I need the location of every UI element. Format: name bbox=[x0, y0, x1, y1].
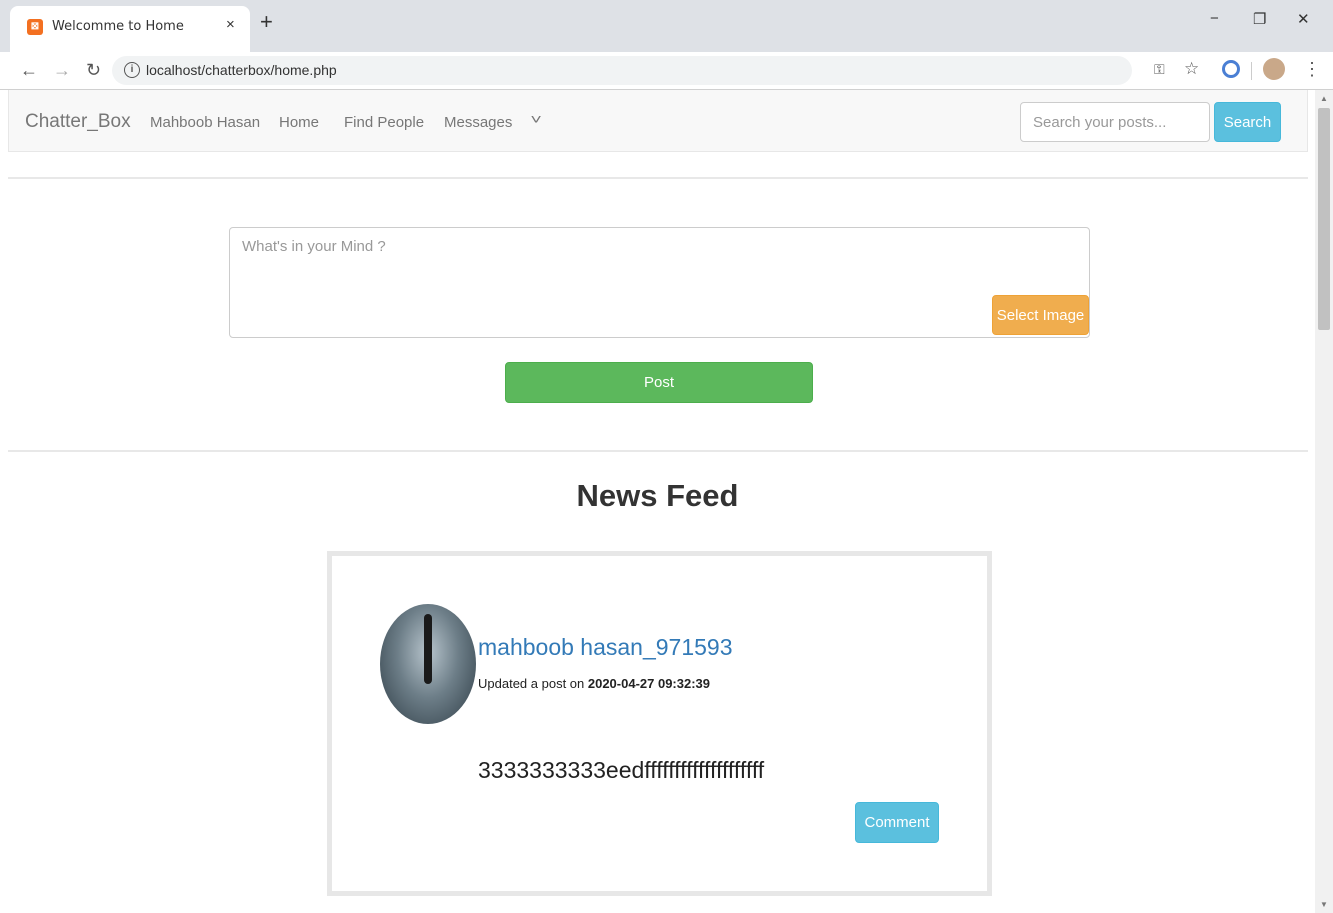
browser-tab-bar: ⊠ Welcomme to Home × + − ❐ ✕ bbox=[0, 0, 1333, 52]
divider bbox=[8, 177, 1308, 179]
post-composer: Select Image bbox=[229, 227, 1090, 338]
post-meta: Updated a post on 2020-04-27 09:32:39 bbox=[478, 676, 710, 691]
chevron-down-icon[interactable]: ˅ bbox=[530, 111, 541, 127]
url-text[interactable]: localhost/chatterbox/home.php bbox=[146, 62, 337, 78]
new-tab-button[interactable]: + bbox=[260, 11, 273, 33]
nav-link-messages[interactable]: Messages bbox=[444, 114, 512, 131]
scroll-down-icon[interactable]: ▼ bbox=[1320, 900, 1328, 909]
search-button[interactable]: Search bbox=[1214, 102, 1281, 142]
omnibox[interactable]: i localhost/chatterbox/home.php bbox=[112, 56, 1132, 85]
nav-link-home[interactable]: Home bbox=[279, 114, 319, 131]
post-username-link[interactable]: mahboob hasan_971593 bbox=[478, 634, 733, 661]
kebab-menu-icon[interactable]: ⋮ bbox=[1303, 59, 1321, 80]
search-input[interactable] bbox=[1020, 102, 1210, 142]
post-timestamp: 2020-04-27 09:32:39 bbox=[587, 676, 711, 691]
window-maximize-button[interactable]: ❐ bbox=[1253, 10, 1266, 28]
post-textarea[interactable] bbox=[230, 228, 1089, 337]
xampp-favicon-icon: ⊠ bbox=[27, 19, 43, 35]
scroll-thumb[interactable] bbox=[1318, 108, 1330, 330]
scroll-up-icon[interactable]: ▲ bbox=[1320, 94, 1328, 103]
star-icon[interactable]: ☆ bbox=[1184, 59, 1199, 79]
window-close-button[interactable]: ✕ bbox=[1297, 10, 1310, 28]
tab-close-icon[interactable]: × bbox=[226, 16, 235, 33]
site-navbar: Chatter_Box Mahboob Hasan Home Find Peop… bbox=[8, 90, 1308, 152]
post-content: 3333333333eedffffffffffffffffffff bbox=[478, 757, 765, 783]
back-arrow-icon[interactable]: ← bbox=[20, 60, 38, 81]
avatar-figure bbox=[424, 614, 432, 684]
tab-title: Welcomme to Home bbox=[52, 19, 184, 34]
profile-avatar-icon[interactable] bbox=[1263, 58, 1285, 80]
info-icon[interactable]: i bbox=[124, 62, 140, 78]
comment-button[interactable]: Comment bbox=[855, 802, 939, 843]
extension-icon[interactable] bbox=[1222, 60, 1240, 78]
page-scrollbar[interactable]: ▲ ▼ bbox=[1315, 90, 1333, 913]
user-avatar[interactable] bbox=[380, 604, 476, 724]
forward-arrow-icon[interactable]: → bbox=[53, 60, 71, 81]
post-card: mahboob hasan_971593 Updated a post on 2… bbox=[327, 551, 992, 896]
browser-tab[interactable]: ⊠ Welcomme to Home × bbox=[10, 6, 250, 52]
page-content: Chatter_Box Mahboob Hasan Home Find Peop… bbox=[0, 90, 1315, 913]
divider bbox=[8, 450, 1308, 452]
reload-icon[interactable]: ↻ bbox=[86, 60, 101, 81]
key-icon[interactable]: ⚿ bbox=[1154, 61, 1165, 78]
nav-link-find-people[interactable]: Find People bbox=[344, 114, 424, 131]
post-meta-prefix: Updated a post on bbox=[478, 676, 588, 691]
post-button[interactable]: Post bbox=[505, 362, 813, 403]
window-minimize-button[interactable]: − bbox=[1210, 10, 1219, 27]
news-feed-title: News Feed bbox=[576, 478, 739, 513]
brand-logo[interactable]: Chatter_Box bbox=[25, 111, 131, 133]
select-image-button[interactable]: Select Image bbox=[992, 295, 1089, 335]
browser-address-bar: ← → ↻ i localhost/chatterbox/home.php ⚿ … bbox=[0, 52, 1333, 90]
nav-link-profile[interactable]: Mahboob Hasan bbox=[150, 114, 260, 131]
toolbar-separator bbox=[1251, 62, 1252, 80]
